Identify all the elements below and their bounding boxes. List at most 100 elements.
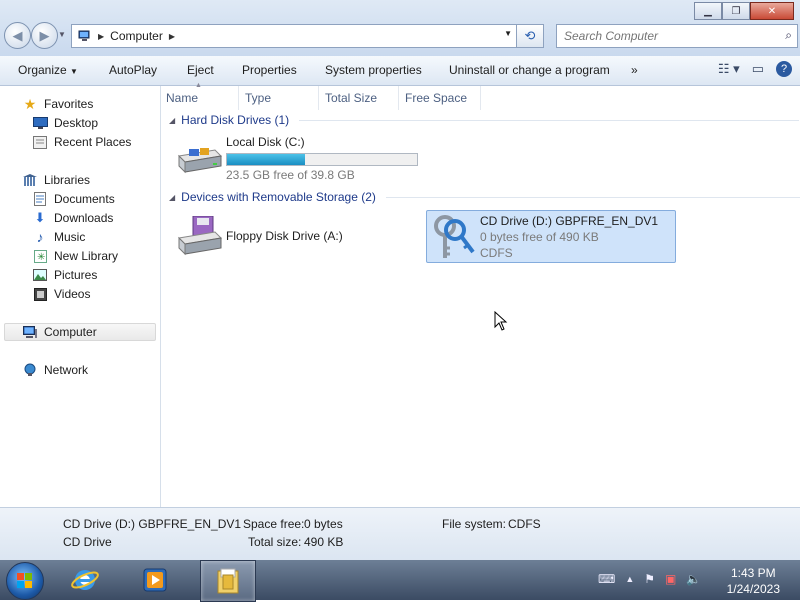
recent-pages-dropdown[interactable]: ▼	[58, 30, 66, 39]
nav-desktop[interactable]: Desktop	[32, 114, 98, 132]
library-icon	[22, 173, 38, 187]
forward-arrow-icon: ▶	[39, 27, 50, 43]
details-space-free-label: Space free:	[243, 517, 305, 531]
maximize-button[interactable]: ❐	[722, 2, 750, 20]
organize-button[interactable]: Organize ▼	[18, 63, 78, 77]
nav-videos[interactable]: Videos	[32, 285, 90, 303]
taskbar-internet-explorer[interactable]	[58, 560, 112, 600]
taskbar: ⌨ ▲ ⚑ ▣ 🔈 1:43 PM 1/24/2023	[0, 560, 800, 602]
group-divider	[299, 119, 800, 121]
chevron-down-icon: ▼	[70, 67, 78, 76]
keyboard-icon[interactable]: ⌨	[598, 572, 615, 586]
column-header-total-size[interactable]: Total Size	[319, 86, 399, 110]
system-properties-button[interactable]: System properties	[325, 63, 422, 77]
recent-places-icon	[32, 135, 48, 149]
title-bar: ▁ ❐ ✕ ◀ ▶ ▼ ▶ Computer ▶ ▼ ⟲ ⌕	[0, 0, 800, 56]
drive-a-name: Floppy Disk Drive (A:)	[226, 229, 343, 243]
change-view-icon[interactable]: ☷ ▾	[718, 61, 740, 77]
hard-drive-icon	[177, 148, 223, 174]
details-type: CD Drive	[63, 535, 112, 549]
close-icon: ✕	[767, 5, 777, 17]
minimize-icon: ▁	[704, 5, 712, 17]
nav-recent-places[interactable]: Recent Places	[32, 133, 131, 151]
search-box[interactable]: ⌕	[556, 24, 798, 48]
breadcrumb-computer[interactable]: Computer	[110, 29, 163, 43]
show-hidden-icons-icon[interactable]: ▲	[625, 574, 634, 584]
drive-d-name: CD Drive (D:) GBPFRE_EN_DV1	[480, 214, 659, 228]
preview-pane-icon[interactable]: ▭	[752, 61, 764, 77]
clock[interactable]: 1:43 PM 1/24/2023	[727, 565, 780, 597]
help-icon[interactable]: ?	[776, 61, 792, 77]
nav-favorites[interactable]: ★ Favorites	[22, 95, 94, 113]
column-header-name[interactable]: Name ▲	[161, 82, 239, 110]
network-status-icon[interactable]: ▣	[665, 572, 676, 586]
action-center-flag-icon[interactable]: ⚑	[644, 572, 655, 586]
uninstall-program-button[interactable]: Uninstall or change a program	[449, 63, 610, 77]
collapse-triangle-icon[interactable]: ◢	[169, 116, 175, 125]
star-icon: ★	[23, 95, 37, 112]
new-library-icon: ✳	[32, 249, 48, 263]
drive-floppy-a[interactable]: Floppy Disk Drive (A:)	[175, 214, 415, 258]
drive-local-disk-c[interactable]: Local Disk (C:) 23.5 GB free of 39.8 GB	[175, 134, 435, 184]
details-filesystem-label: File system:	[442, 517, 507, 531]
view-controls: ☷ ▾ ▭ ?	[718, 61, 792, 77]
nav-downloads[interactable]: ⬇ Downloads	[32, 209, 114, 227]
desktop-icon	[32, 116, 48, 130]
download-arrow-icon: ⬇	[34, 210, 46, 225]
breadcrumb-arrow-icon[interactable]: ▶	[98, 32, 104, 41]
nav-network[interactable]: Network	[22, 361, 88, 379]
clock-date: 1/24/2023	[726, 582, 780, 596]
close-button[interactable]: ✕	[750, 2, 794, 20]
taskbar-media-player[interactable]	[128, 560, 182, 600]
folder-icon	[217, 568, 239, 594]
nav-new-library[interactable]: ✳ New Library	[32, 247, 118, 265]
breadcrumb-arrow-icon[interactable]: ▶	[169, 32, 175, 41]
refresh-button[interactable]: ⟲	[516, 24, 544, 48]
system-tray: ⌨ ▲ ⚑ ▣ 🔈	[598, 572, 701, 586]
volume-muted-icon[interactable]: 🔈	[686, 572, 701, 586]
properties-button[interactable]: Properties	[242, 63, 297, 77]
mouse-cursor-icon	[494, 311, 508, 331]
nav-documents[interactable]: Documents	[32, 190, 115, 208]
minimize-button[interactable]: ▁	[694, 2, 722, 20]
documents-icon	[32, 192, 48, 206]
windows-logo-icon	[17, 573, 32, 588]
group-hard-disk-drives[interactable]: ◢ Hard Disk Drives (1)	[169, 113, 800, 127]
nav-pictures[interactable]: Pictures	[32, 266, 97, 284]
restore-icon: ❐	[731, 5, 741, 17]
nav-music[interactable]: ♪ Music	[32, 228, 86, 246]
search-input[interactable]	[562, 25, 776, 47]
autoplay-button[interactable]: AutoPlay	[109, 63, 157, 77]
collapse-triangle-icon[interactable]: ◢	[169, 193, 175, 202]
back-button[interactable]: ◀	[4, 22, 31, 49]
address-bar[interactable]: ▶ Computer ▶ ▼	[71, 24, 517, 48]
drive-c-usage-bar	[226, 153, 418, 166]
sort-arrow-icon: ▲	[195, 82, 202, 89]
eject-button[interactable]: Eject	[187, 63, 214, 77]
nav-computer[interactable]: Computer	[4, 323, 156, 341]
computer-icon	[78, 30, 90, 41]
more-commands-button[interactable]: »	[631, 63, 638, 77]
drive-cd-d[interactable]: CD Drive (D:) GBPFRE_EN_DV1 0 bytes free…	[426, 210, 676, 263]
computer-icon	[22, 325, 38, 339]
details-filesystem-value: CDFS	[508, 517, 541, 531]
start-button[interactable]	[6, 562, 44, 600]
details-total-size-value: 490 KB	[304, 535, 344, 549]
address-dropdown-icon[interactable]: ▼	[504, 29, 512, 38]
details-space-free-value: 0 bytes	[304, 517, 343, 531]
pictures-icon	[32, 268, 48, 282]
search-icon[interactable]: ⌕	[785, 28, 792, 43]
clock-time: 1:43 PM	[730, 566, 776, 580]
taskbar-windows-explorer[interactable]	[200, 560, 256, 602]
svg-text:✳: ✳	[37, 252, 45, 263]
group-removable-storage[interactable]: ◢ Devices with Removable Storage (2)	[169, 190, 800, 204]
drive-c-free-space: 23.5 GB free of 39.8 GB	[226, 168, 355, 182]
drive-d-filesystem: CDFS	[480, 246, 513, 260]
column-header-free-space[interactable]: Free Space	[399, 86, 481, 110]
details-title: CD Drive (D:) GBPFRE_EN_DV1	[63, 517, 242, 531]
nav-libraries[interactable]: Libraries	[22, 171, 90, 189]
internet-explorer-icon	[71, 570, 99, 590]
window-controls: ▁ ❐ ✕	[694, 2, 794, 20]
forward-button[interactable]: ▶	[31, 22, 58, 49]
column-header-type[interactable]: Type	[239, 86, 319, 110]
